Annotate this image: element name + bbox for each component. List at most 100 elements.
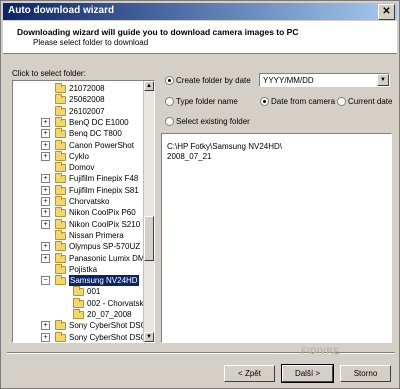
tree-item[interactable]: + Fujifilm Finepix F48 <box>13 173 144 184</box>
folder-icon <box>55 139 66 150</box>
tree-scrollbar[interactable]: ▲ ▼ <box>143 81 154 342</box>
radio-current-date[interactable] <box>337 97 346 106</box>
radio-type-folder-name[interactable] <box>165 97 174 106</box>
tree-item-label: Nikon CoolPix P60 <box>69 208 136 218</box>
tree-item[interactable]: + Panasonic Lumix DM <box>13 252 144 264</box>
folder-icon <box>55 128 66 139</box>
tree-item[interactable]: Pojistka <box>13 263 144 275</box>
folder-icon <box>55 218 66 229</box>
tree-item[interactable]: + Canon PowerShot <box>13 139 144 151</box>
folder-icon <box>55 184 66 195</box>
next-button[interactable]: Další > <box>281 364 334 383</box>
folder-icon <box>55 331 66 342</box>
folder-icon <box>55 150 66 161</box>
expand-icon[interactable]: + <box>41 197 50 206</box>
header-subtitle: Please select folder to download <box>33 38 149 47</box>
scroll-down-button[interactable]: ▼ <box>144 332 154 342</box>
folder-icon <box>55 252 66 263</box>
expand-icon[interactable]: + <box>41 321 50 331</box>
expand-icon[interactable]: + <box>41 140 50 150</box>
tree-item-label: Sony CyberShot DSC <box>69 332 144 342</box>
tree-item-label: 001 <box>87 287 101 297</box>
date-format-value: YYYY/MM/DD <box>263 76 314 85</box>
folder-icon <box>55 241 66 252</box>
wizard-header: Downloading wizard will guide you to dow… <box>3 21 397 54</box>
folder-icon <box>55 116 66 127</box>
watermark: FIDIVRE <box>301 346 341 356</box>
expand-icon[interactable]: + <box>41 332 50 342</box>
tree-item-label: Panasonic Lumix DM <box>69 253 144 263</box>
tree-item-label: 26102007 <box>69 106 105 116</box>
type-folder-name-label: Type folder name <box>176 97 238 106</box>
expand-icon[interactable]: + <box>41 242 50 252</box>
folder-tree[interactable]: 21072008 25062008 26102007 + BenQ DC E1000 + B… <box>12 80 155 343</box>
target-path-box: C:\HP Fotky\Samsung NV24HD\ 2008_07_21 <box>161 133 392 343</box>
create-by-date-label: Create folder by date <box>176 76 251 85</box>
tree-item[interactable]: 002 - Chorvatsko <box>13 297 144 309</box>
radio-date-from-camera[interactable] <box>260 97 269 106</box>
expand-icon[interactable]: + <box>41 174 50 184</box>
tree-item-label: Nissan Primera <box>69 230 124 240</box>
tree-item[interactable]: 25062008 <box>13 94 144 105</box>
tree-item[interactable]: Domov <box>13 162 144 173</box>
expand-icon[interactable]: + <box>41 208 50 218</box>
tree-item[interactable]: + Sony CyberShot DSC <box>13 331 144 342</box>
date-from-camera-label: Date from camera <box>271 97 336 106</box>
cancel-button[interactable]: Storno <box>340 365 391 382</box>
expand-icon[interactable]: + <box>41 129 50 139</box>
back-button[interactable]: < Zpět <box>224 365 275 382</box>
folder-icon <box>73 309 84 319</box>
tree-item[interactable]: 21072008 <box>13 83 144 94</box>
tree-item[interactable]: + Nikon CoolPix P60 <box>13 207 144 218</box>
folder-icon <box>55 83 66 93</box>
tree-item-label: Cyklo <box>69 151 90 161</box>
folder-icon <box>55 162 66 173</box>
select-existing-label: Select existing folder <box>176 117 250 126</box>
tree-item[interactable]: Nissan Primera <box>13 229 144 241</box>
tree-item-label: Fujifilm Finepix F48 <box>69 174 139 184</box>
tree-item[interactable]: + BenQ DC E1000 <box>13 116 144 128</box>
tree-label: Click to select folder: <box>12 69 86 78</box>
collapse-icon[interactable]: − <box>41 276 50 286</box>
tree-item-label: Domov <box>69 163 95 173</box>
expand-icon[interactable]: + <box>41 219 50 229</box>
folder-icon <box>55 94 66 105</box>
tree-item[interactable]: + Olympus SP-570UZ <box>13 241 144 252</box>
folder-icon <box>55 263 66 274</box>
expand-icon[interactable]: + <box>41 117 50 127</box>
window-title: Auto download wizard <box>8 5 115 16</box>
tree-item[interactable]: + Sony CyberShot DSC <box>13 320 144 331</box>
radio-select-existing[interactable] <box>165 117 174 126</box>
tree-item[interactable]: − Samsung NV24HD <box>13 275 144 287</box>
date-format-select[interactable]: YYYY/MM/DD ▼ <box>259 73 390 87</box>
tree-item-label: Pojistka <box>69 264 98 274</box>
tree-item[interactable]: + Chorvatsko <box>13 196 144 207</box>
tree-item-label: Sony CyberShot DSC <box>69 321 144 331</box>
scroll-thumb[interactable] <box>144 216 154 261</box>
tree-item[interactable]: 26102007 <box>13 105 144 117</box>
tree-item[interactable]: 001 <box>13 286 144 297</box>
tree-item-label: Fujifilm Finepix S81 <box>69 185 139 195</box>
folder-icon <box>55 207 66 218</box>
title-bar: Auto download wizard ✕ <box>3 3 397 20</box>
tree-item[interactable]: + Benq DC T800 <box>13 128 144 139</box>
tree-item-label: 21072008 <box>69 84 105 93</box>
radio-create-by-date[interactable] <box>165 76 174 85</box>
close-button[interactable]: ✕ <box>378 4 395 20</box>
expand-icon[interactable]: + <box>41 185 50 195</box>
tree-item[interactable]: + Fujifilm Finepix S81 <box>13 184 144 196</box>
chevron-down-icon[interactable]: ▼ <box>377 74 389 86</box>
tree-item-label: 20_07_2008 <box>87 310 132 319</box>
tree-item[interactable]: + Nikon CoolPix S210 <box>13 218 144 230</box>
tree-item[interactable]: + Cyklo <box>13 150 144 162</box>
tree-item-label: Olympus SP-570UZ <box>69 242 141 252</box>
tree-item[interactable]: 20_07_2008 <box>13 309 144 320</box>
target-path-line2: 2008_07_21 <box>167 152 212 161</box>
scroll-up-button[interactable]: ▲ <box>144 81 154 91</box>
expand-icon[interactable]: + <box>41 151 50 161</box>
folder-icon <box>55 275 66 286</box>
expand-icon[interactable]: + <box>41 253 50 263</box>
tree-item-label: Canon PowerShot <box>69 140 134 150</box>
folder-icon <box>55 105 66 116</box>
tree-item-label: Chorvatsko <box>69 197 110 206</box>
